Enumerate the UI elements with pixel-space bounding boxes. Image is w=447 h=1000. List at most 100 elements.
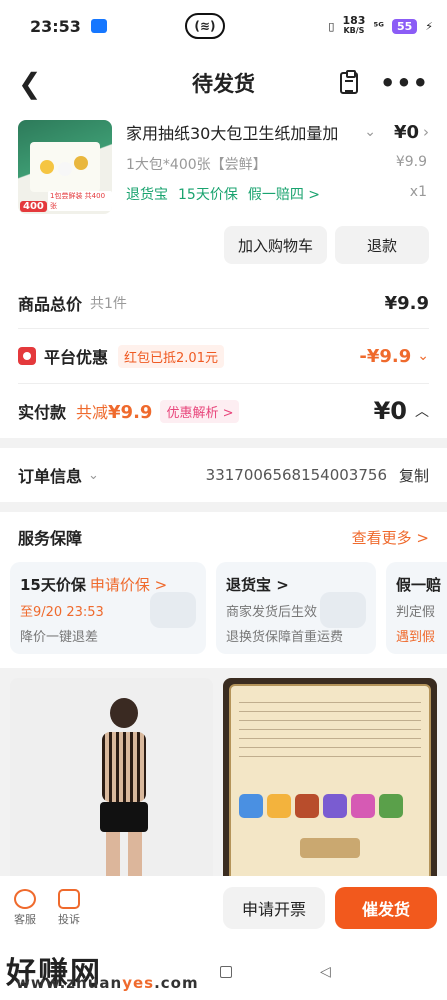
bottom-action-bar: 客服 投诉 申请开票 催发货 — [0, 876, 447, 940]
battery-icon: 55 — [391, 18, 418, 34]
vibrate-icon: ▯ — [328, 19, 335, 33]
chevron-up-icon[interactable]: ︿ — [415, 401, 429, 421]
status-right: ▯ 183 KB/S ⁵ᴳ 55 ⚡ — [328, 15, 433, 36]
section-gap — [0, 502, 447, 512]
order-row: 订单信息 ⌄ 3317006568154003756 复制 — [0, 448, 447, 502]
saved-prefix: 共减 — [76, 403, 109, 422]
recommend-item-game[interactable] — [222, 678, 437, 898]
game-screenshot — [228, 684, 431, 894]
status-bar: 23:53 (≋) ▯ 183 KB/S ⁵ᴳ 55 ⚡ — [0, 0, 447, 52]
watermark-url-prefix: www.zhuan — [16, 974, 123, 992]
signal-icon: ⁵ᴳ — [373, 19, 384, 33]
model-corset — [102, 732, 146, 802]
platform-promo-icon — [18, 347, 36, 365]
tag-fake-compensation[interactable]: 假一赔四 > — [248, 184, 320, 204]
red-packet-tag: 红包已抵2.01元 — [118, 344, 224, 368]
complaint-label: 投诉 — [58, 913, 80, 926]
more-icon[interactable]: ••• — [380, 69, 429, 97]
back-icon[interactable]: ❮ — [18, 67, 41, 100]
copy-button[interactable]: 复制 — [399, 465, 429, 486]
net-speed: 183 KB/S — [342, 15, 365, 36]
reward-icon — [378, 794, 403, 818]
promo-row[interactable]: 平台优惠 红包已抵2.01元 -¥9.9 ⌄ — [0, 329, 447, 383]
refund-button[interactable]: 退款 — [335, 226, 429, 264]
section-gap — [0, 438, 447, 448]
product-tags-row: 退货宝 15天价保 假一赔四 > x1 — [126, 184, 429, 204]
watermark-url-suffix: .com — [154, 974, 199, 992]
game-claim-button — [299, 838, 360, 858]
chevron-down-icon[interactable]: ⌄ — [88, 468, 99, 483]
product-quantity: x1 — [409, 184, 427, 200]
invoice-button[interactable]: 申请开票 — [223, 887, 325, 929]
fake-compensation-title: 假一赔 — [396, 576, 442, 594]
return-insurance-line2: 退换货保障首重运费 — [226, 630, 344, 645]
apply-price-protect-link[interactable]: 申请价保 > — [90, 576, 167, 594]
tag-return-insurance[interactable]: 退货宝 — [126, 184, 168, 204]
saved-value: ¥9.9 — [108, 402, 153, 423]
price-protect-card[interactable]: 15天价保 申请价保 > 至9/20 23:53 降价一键退差 — [10, 562, 206, 654]
product-spec: 1大包*400张【尝鲜】 — [126, 157, 267, 173]
shield-check-watermark-icon — [320, 592, 366, 628]
paid-label: 实付款 — [18, 403, 67, 422]
model-head — [110, 698, 138, 728]
nav-bar: ❮ 待发货 ••• — [0, 52, 447, 114]
nav-right-icons: ••• — [339, 69, 429, 97]
recommend-item-outfit[interactable] — [10, 678, 213, 898]
add-to-cart-button[interactable]: 加入购物车 — [223, 226, 327, 264]
product-name-row: 家用抽纸30大包卫生纸加量加 ⌄ ¥0 › — [126, 120, 429, 144]
original-price: ¥9.9 — [395, 154, 427, 170]
customer-service-button[interactable]: 客服 — [14, 889, 36, 927]
fake-compensation-line2: 遇到假 — [396, 630, 436, 645]
clipboard-icon[interactable] — [339, 70, 358, 94]
chevron-right-icon[interactable]: › — [423, 123, 429, 141]
service-more-link[interactable]: 查看更多 > — [352, 527, 429, 548]
service-header: 服务保障 查看更多 > — [0, 512, 447, 562]
paid-row: 实付款 共减¥9.9 优惠解析 > ¥0 ︿ — [0, 384, 447, 438]
customer-service-icon — [14, 889, 36, 909]
customer-service-label: 客服 — [14, 913, 36, 926]
product-spec-row: 1大包*400张【尝鲜】 ¥9.9 — [126, 154, 429, 174]
thumb-price-tag: 400 — [20, 201, 47, 212]
price-protect-desc: 降价一键退差 — [20, 630, 99, 645]
paid-value: ¥0 — [373, 397, 407, 425]
system-back-icon[interactable]: ◁ — [320, 964, 331, 980]
complaint-button[interactable]: 投诉 — [58, 889, 80, 927]
chevron-down-icon[interactable]: ⌄ — [417, 348, 429, 364]
game-reward-icons — [238, 794, 422, 818]
complaint-icon — [58, 889, 80, 909]
total-row: 商品总价 共1件 ¥9.9 — [0, 278, 447, 328]
urge-shipping-button[interactable]: 催发货 — [335, 887, 437, 929]
recommend-feed — [0, 668, 447, 898]
watermark-url-accent: yes — [122, 974, 155, 992]
price-protect-watermark-icon — [150, 592, 196, 628]
product-name[interactable]: 家用抽纸30大包卫生纸加量加 — [126, 120, 356, 144]
price-protect-label: 15天价保 — [20, 576, 86, 594]
total-label: 商品总价 — [18, 295, 83, 314]
reward-icon — [266, 794, 291, 818]
product-row[interactable]: 400 1包尝鲜装 共400张 家用抽纸30大包卫生纸加量加 ⌄ ¥0 › 1大… — [0, 114, 447, 214]
fake-compensation-line1: 判定假 — [396, 605, 436, 620]
recent-apps-icon[interactable] — [220, 966, 232, 978]
flower-decoration — [40, 160, 54, 174]
product-card: 400 1包尝鲜装 共400张 家用抽纸30大包卫生纸加量加 ⌄ ¥0 › 1大… — [0, 114, 447, 438]
total-count: 共1件 — [90, 296, 127, 312]
product-thumbnail[interactable]: 400 1包尝鲜装 共400张 — [18, 120, 112, 214]
reward-icon — [294, 794, 319, 818]
app-notification-icon — [90, 19, 107, 33]
reward-icon — [322, 794, 347, 818]
discount-analysis-tag[interactable]: 优惠解析 > — [160, 399, 240, 423]
order-info-label[interactable]: 订单信息 — [18, 463, 82, 487]
game-text-lines — [238, 694, 421, 764]
product-price: ¥0 — [393, 121, 419, 143]
wifi-share-icon: (≋) — [184, 13, 225, 39]
order-number: 3317006568154003756 — [205, 466, 387, 484]
promo-value: -¥9.9 — [359, 345, 412, 367]
fake-compensation-card[interactable]: 假一赔 判定假 遇到假 — [386, 562, 447, 654]
model-shorts — [100, 802, 148, 832]
site-watermark-url: www.zhuanyes.com — [16, 974, 199, 992]
chevron-down-icon[interactable]: ⌄ — [364, 124, 376, 140]
return-insurance-card[interactable]: 退货宝 > 商家发货后生效 退换货保障首重运费 — [216, 562, 376, 654]
promo-label: 平台优惠 — [44, 348, 109, 367]
tag-price-protect[interactable]: 15天价保 — [178, 184, 238, 204]
service-cards: 15天价保 申请价保 > 至9/20 23:53 降价一键退差 退货宝 > 商家发… — [0, 562, 447, 668]
